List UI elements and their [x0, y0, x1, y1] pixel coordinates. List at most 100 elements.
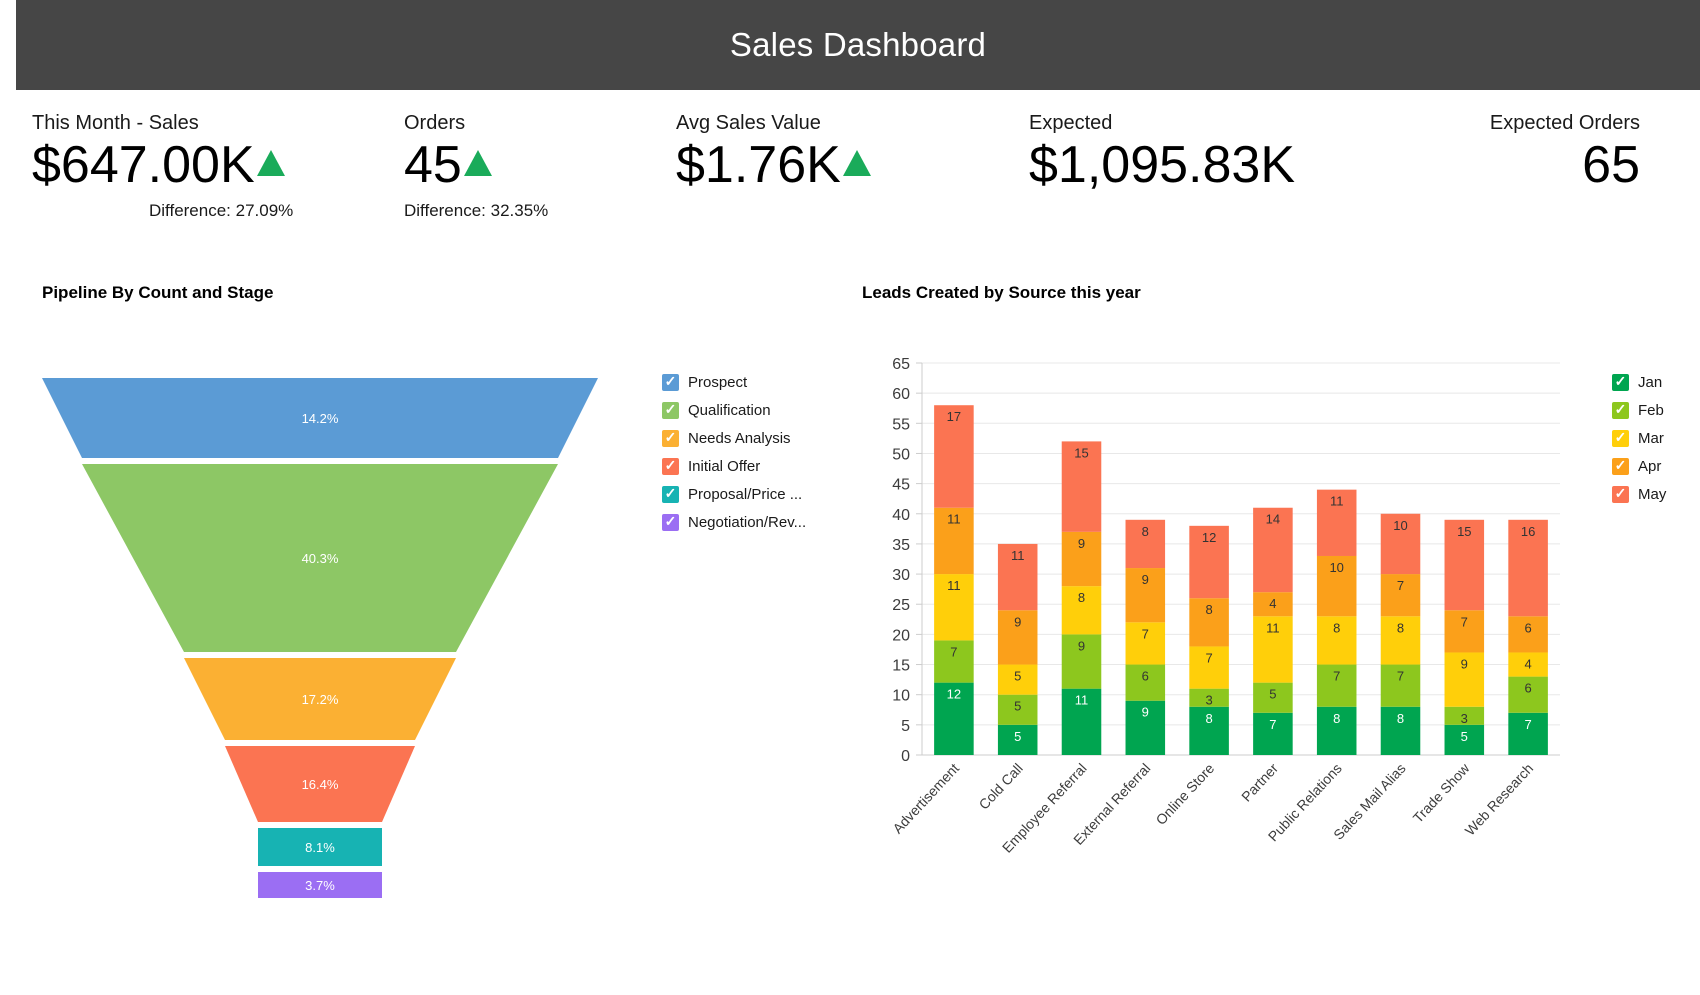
kpi-expected-orders[interactable]: Expected Orders 65 — [1266, 112, 1640, 193]
bar-legend-item[interactable]: Apr — [1612, 452, 1696, 480]
funnel-legend-label: Negotiation/Rev... — [688, 514, 806, 531]
bar-segment-label: 8 — [1397, 711, 1404, 726]
funnel-legend-label: Initial Offer — [688, 458, 760, 475]
funnel-legend-item[interactable]: Prospect — [662, 368, 842, 396]
bar-segment-label: 5 — [1014, 669, 1021, 684]
pipeline-funnel-chart[interactable]: 14.2%40.3%17.2%16.4%8.1%3.7% — [40, 360, 640, 920]
bar-segment-label: 12 — [1202, 530, 1216, 545]
bar-segment-label: 5 — [1269, 687, 1276, 702]
kpi-value-row: $1,095.83K — [1029, 137, 1295, 193]
bar-chart-legend[interactable]: Jan Feb Mar Apr May — [1612, 368, 1696, 508]
funnel-segment-label: 3.7% — [305, 878, 335, 893]
bar-segment-label: 11 — [1011, 548, 1024, 563]
bar-segment-label: 11 — [947, 512, 961, 527]
bar-segment-label: 10 — [1393, 518, 1407, 533]
legend-checkbox-checked-icon[interactable] — [1612, 458, 1629, 475]
legend-checkbox-checked-icon[interactable] — [662, 514, 679, 531]
legend-checkbox-checked-icon[interactable] — [1612, 374, 1629, 391]
kpi-value-row: 65 — [1266, 137, 1640, 193]
x-axis-category-label: Online Store — [1153, 760, 1218, 828]
bar-segment-label: 9 — [1014, 614, 1021, 629]
funnel-legend-item[interactable]: Qualification — [662, 396, 842, 424]
bar-segment-label: 7 — [1333, 669, 1340, 684]
kpi-avg-sales-value[interactable]: Avg Sales Value $1.76K — [676, 112, 871, 193]
footer-gap — [16, 930, 1700, 995]
kpi-strip: This Month - Sales $647.00K Difference: … — [16, 90, 1700, 255]
bar-legend-label: Apr — [1638, 458, 1661, 475]
bar-legend-label: Feb — [1638, 402, 1664, 419]
bar-segment-label: 7 — [1269, 717, 1276, 732]
legend-checkbox-checked-icon[interactable] — [662, 458, 679, 475]
legend-checkbox-checked-icon[interactable] — [1612, 486, 1629, 503]
bar-legend-label: Mar — [1638, 430, 1664, 447]
funnel-legend-item[interactable]: Negotiation/Rev... — [662, 508, 842, 536]
bar-legend-label: May — [1638, 486, 1666, 503]
kpi-difference: Difference: 32.35% — [404, 201, 548, 221]
bar-segment-label: 9 — [1461, 656, 1468, 671]
legend-checkbox-checked-icon[interactable] — [1612, 430, 1629, 447]
bar-segment-label: 8 — [1078, 590, 1085, 605]
kpi-value: 65 — [1582, 137, 1640, 193]
kpi-label: Orders — [404, 112, 548, 135]
kpi-difference: Difference: 27.09% — [149, 201, 293, 221]
bar-legend-item[interactable]: Mar — [1612, 424, 1696, 452]
trend-up-icon — [464, 150, 492, 176]
leads-by-source-chart[interactable]: 05101520253035404550556065127111117Adver… — [860, 355, 1580, 915]
y-axis-tick-label: 55 — [892, 416, 910, 433]
bar-segment-label: 4 — [1269, 596, 1276, 611]
bar-segment-label: 5 — [1014, 729, 1021, 744]
y-axis-tick-label: 65 — [892, 356, 910, 373]
y-axis-tick-label: 50 — [892, 446, 910, 463]
y-axis-tick-label: 45 — [892, 477, 910, 494]
x-axis-category-label: Partner — [1238, 760, 1281, 805]
bar-segment-label: 6 — [1142, 669, 1149, 684]
kpi-this-month-sales[interactable]: This Month - Sales $647.00K Difference: … — [32, 112, 293, 221]
bar-segment-label: 11 — [1266, 620, 1280, 635]
bar-segment-label: 7 — [1397, 578, 1404, 593]
kpi-expected[interactable]: Expected $1,095.83K — [1029, 112, 1295, 193]
funnel-segment-label: 40.3% — [302, 551, 339, 566]
bar-segment-label: 9 — [1142, 705, 1149, 720]
legend-checkbox-checked-icon[interactable] — [662, 402, 679, 419]
bar-segment-label: 7 — [950, 644, 957, 659]
funnel-legend[interactable]: ProspectQualificationNeeds Analysis Initi… — [662, 368, 842, 536]
bar-legend-item[interactable]: Jan — [1612, 368, 1696, 396]
funnel-segment-label: 14.2% — [302, 411, 339, 426]
y-axis-tick-label: 10 — [892, 688, 910, 705]
left-margin — [0, 0, 16, 995]
bar-segment-label: 7 — [1397, 669, 1404, 684]
bar-segment-label: 17 — [947, 409, 961, 424]
kpi-orders[interactable]: Orders 45 Difference: 32.35% — [404, 112, 548, 221]
y-axis-tick-label: 60 — [892, 386, 910, 403]
legend-checkbox-checked-icon[interactable] — [662, 374, 679, 391]
kpi-label: Avg Sales Value — [676, 112, 871, 135]
x-axis-category-label: Cold Call — [975, 760, 1025, 812]
bar-chart-svg: 05101520253035404550556065127111117Adver… — [860, 355, 1580, 900]
bar-segment-label: 14 — [1266, 512, 1280, 527]
y-axis-tick-label: 5 — [901, 718, 910, 735]
bar-segment-label: 4 — [1524, 656, 1531, 671]
bar-legend-item[interactable]: Feb — [1612, 396, 1696, 424]
legend-checkbox-checked-icon[interactable] — [662, 430, 679, 447]
legend-checkbox-checked-icon[interactable] — [662, 486, 679, 503]
bar-segment-label: 15 — [1074, 445, 1088, 460]
bar-segment-label: 10 — [1329, 560, 1343, 575]
funnel-legend-item[interactable]: Needs Analysis — [662, 424, 842, 452]
bar-segment-label: 11 — [1075, 693, 1089, 708]
bar-segment-label: 7 — [1461, 614, 1468, 629]
funnel-chart-title: Pipeline By Count and Stage — [42, 283, 273, 303]
bar-segment-label: 9 — [1078, 536, 1085, 551]
kpi-value-row: 45 — [404, 137, 548, 193]
funnel-legend-item[interactable]: Initial Offer — [662, 452, 842, 480]
x-axis-category-label: Trade Show — [1410, 759, 1473, 825]
funnel-legend-item[interactable]: Proposal/Price ... — [662, 480, 842, 508]
y-axis-tick-label: 40 — [892, 507, 910, 524]
kpi-label: Expected — [1029, 112, 1295, 135]
bar-segment-label: 7 — [1524, 717, 1531, 732]
bar-legend-label: Jan — [1638, 374, 1662, 391]
bar-legend-item[interactable]: May — [1612, 480, 1696, 508]
y-axis-tick-label: 20 — [892, 627, 910, 644]
x-axis-category-label: Web Research — [1462, 760, 1537, 838]
legend-checkbox-checked-icon[interactable] — [1612, 402, 1629, 419]
y-axis-tick-label: 35 — [892, 537, 910, 554]
